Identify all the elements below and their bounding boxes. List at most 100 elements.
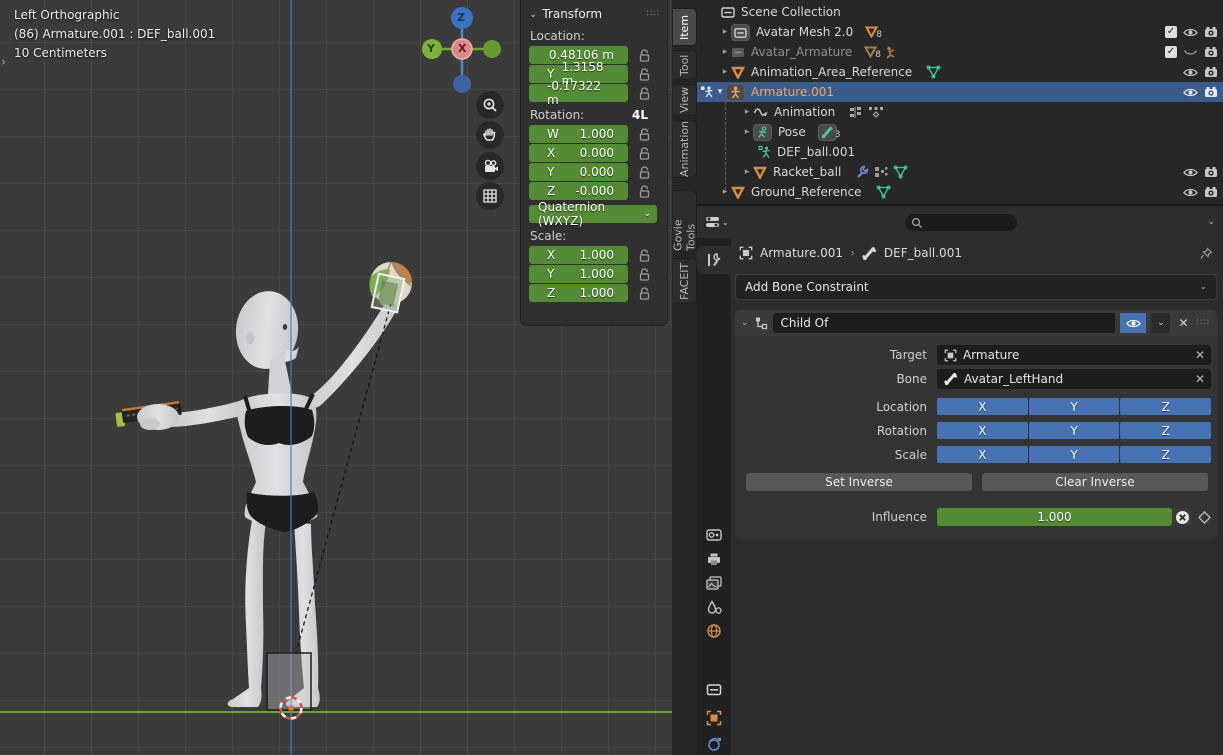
lock-open-icon[interactable] [639, 128, 650, 141]
outliner-row-ground-reference[interactable]: ▸ Ground_Reference [697, 182, 1223, 202]
outliner-row-scene-collection[interactable]: Scene Collection [697, 2, 1223, 22]
bone-field[interactable]: Avatar_LeftHand ✕ [937, 369, 1211, 389]
expand-arrow-icon[interactable]: ▸ [719, 187, 731, 197]
lock-open-icon[interactable] [639, 268, 650, 281]
camera-icon[interactable] [1204, 166, 1218, 178]
tab-object-properties[interactable] [697, 704, 731, 732]
expand-arrow-icon[interactable]: ▸ [741, 107, 753, 117]
target-field[interactable]: Armature ✕ [937, 345, 1211, 365]
expand-arrow-icon[interactable]: ▸ [719, 27, 731, 37]
outliner-row-pose[interactable]: ▸ Pose 3 [697, 122, 1223, 142]
camera-view-button[interactable] [476, 152, 504, 180]
zoom-button[interactable] [476, 91, 504, 119]
tab-tool[interactable]: Tool [673, 50, 697, 80]
location-y-toggle[interactable]: Y [1029, 398, 1120, 415]
lock-open-icon[interactable] [639, 68, 650, 81]
location-z-toggle[interactable]: Z [1120, 398, 1211, 415]
grip-dots-icon[interactable]: ∷∷ [647, 9, 660, 19]
outliner-row-armature-001[interactable]: ▾ Armature.001 [697, 82, 1223, 102]
tab-animation[interactable]: Animation [673, 120, 697, 178]
camera-icon[interactable] [1204, 46, 1218, 58]
eye-icon[interactable] [1183, 87, 1198, 98]
eye-icon[interactable] [1183, 167, 1198, 178]
clear-bone-button[interactable]: ✕ [1195, 372, 1205, 386]
scale-x-field[interactable]: X 1.000 [529, 246, 628, 264]
properties-search-input[interactable] [905, 214, 1017, 231]
lock-open-icon[interactable] [639, 49, 650, 62]
lock-open-icon[interactable] [639, 87, 650, 100]
lock-open-icon[interactable] [639, 147, 650, 160]
set-inverse-button[interactable]: Set Inverse [746, 473, 972, 491]
gizmo-x-label[interactable]: X [458, 42, 466, 55]
clear-influence-button[interactable] [1172, 508, 1192, 526]
gizmo-z-label[interactable]: Z [457, 11, 465, 24]
breadcrumb-bone[interactable]: DEF_ball.001 [884, 246, 962, 260]
clear-target-button[interactable]: ✕ [1195, 348, 1205, 362]
lock-open-icon[interactable] [639, 185, 650, 198]
rotation-z-field[interactable]: Z -0.000 [529, 182, 628, 200]
scale-y-toggle[interactable]: Y [1029, 446, 1120, 463]
scale-y-field[interactable]: Y 1.000 [529, 265, 628, 283]
expand-arrow-icon[interactable]: ▸ [741, 127, 753, 137]
influence-slider[interactable]: 1.000 [937, 508, 1172, 526]
eye-icon[interactable] [1183, 187, 1198, 198]
eye-icon[interactable] [1183, 67, 1198, 78]
checkbox-checked-icon[interactable]: ✓ [1165, 46, 1177, 58]
camera-icon[interactable] [1204, 86, 1218, 98]
lock-open-icon[interactable] [639, 287, 650, 300]
outliner-row-avatar-mesh[interactable]: ▸ Avatar Mesh 2.0 8 ✓ [697, 22, 1223, 42]
rotation-x-field[interactable]: X 0.000 [529, 144, 628, 162]
location-x-toggle[interactable]: X [937, 398, 1028, 415]
properties-options-chevron[interactable]: ⌄ [1207, 217, 1215, 227]
outliner-row-racket-ball[interactable]: ▸ Racket_ball [697, 162, 1223, 182]
toggle-grid-button[interactable] [476, 182, 504, 210]
eye-closed-icon[interactable] [1183, 47, 1198, 58]
gizmo-y-label[interactable]: Y [427, 42, 435, 55]
scale-x-toggle[interactable]: X [937, 446, 1028, 463]
camera-icon[interactable] [1204, 26, 1218, 38]
constraint-enable-toggle[interactable] [1120, 313, 1146, 333]
expand-arrow-icon[interactable]: ▸ [719, 67, 731, 77]
outliner-row-def-ball[interactable]: DEF_ball.001 [697, 142, 1223, 162]
tab-faceit[interactable]: FACEIT [673, 258, 697, 304]
breadcrumb-object[interactable]: Armature.001 [760, 246, 843, 260]
rotation-y-toggle[interactable]: Y [1029, 422, 1120, 439]
outliner-row-animation[interactable]: ▸ Animation [697, 102, 1223, 122]
toolbar-toggle-chevron[interactable]: › [1, 55, 6, 70]
tab-collection-properties[interactable] [697, 675, 731, 703]
tab-view[interactable]: View [673, 84, 697, 116]
expand-arrow-icon[interactable]: ▸ [741, 167, 753, 177]
constraint-delete-button[interactable]: ✕ [1175, 316, 1191, 330]
expand-arrow-icon[interactable]: ▸ [719, 47, 731, 57]
rotation-x-toggle[interactable]: X [937, 422, 1028, 439]
add-bone-constraint-button[interactable]: Add Bone Constraint ⌄ [735, 274, 1217, 300]
collapse-chevron-icon[interactable]: ⌄ [529, 9, 537, 20]
location-z-field[interactable]: -0.17322 m [529, 84, 628, 102]
tab-govie-tools[interactable]: Govie Tools [673, 190, 697, 252]
collapse-arrow-icon[interactable]: ▾ [714, 87, 726, 97]
constraint-name-field[interactable]: Child Of [773, 313, 1116, 333]
camera-icon[interactable] [1204, 66, 1218, 78]
rotation-y-field[interactable]: Y 0.000 [529, 163, 628, 181]
editor-type-button[interactable]: ⌄ [705, 215, 729, 229]
tab-tool-properties[interactable] [697, 246, 731, 274]
tab-physics-properties[interactable] [697, 730, 731, 755]
constraint-extras-dropdown[interactable]: ⌄ [1151, 313, 1170, 333]
tab-item[interactable]: Item [673, 8, 697, 46]
lock-open-icon[interactable] [639, 249, 650, 262]
panel-collapse-chevron[interactable]: ⌄ [741, 318, 749, 328]
eye-icon[interactable] [1183, 27, 1198, 38]
lock-open-icon[interactable] [639, 166, 650, 179]
pin-icon[interactable] [1200, 247, 1213, 260]
scale-z-toggle[interactable]: Z [1120, 446, 1211, 463]
scale-z-field[interactable]: Z 1.000 [529, 284, 628, 302]
checkbox-checked-icon[interactable]: ✓ [1165, 26, 1177, 38]
outliner-row-animation-area-reference[interactable]: ▸ Animation_Area_Reference [697, 62, 1223, 82]
rotation-mode-dropdown[interactable]: Quaternion (WXYZ) ⌄ [529, 205, 657, 223]
move-view-button[interactable] [476, 121, 504, 149]
outliner-row-avatar-armature[interactable]: ▸ Avatar_Armature 8 ✓ [697, 42, 1223, 62]
rotation-w-field[interactable]: W 1.000 [529, 125, 628, 143]
rotation-z-toggle[interactable]: Z [1120, 422, 1211, 439]
keyframe-diamond-icon[interactable] [1198, 511, 1211, 524]
tab-world-properties[interactable] [697, 617, 731, 645]
